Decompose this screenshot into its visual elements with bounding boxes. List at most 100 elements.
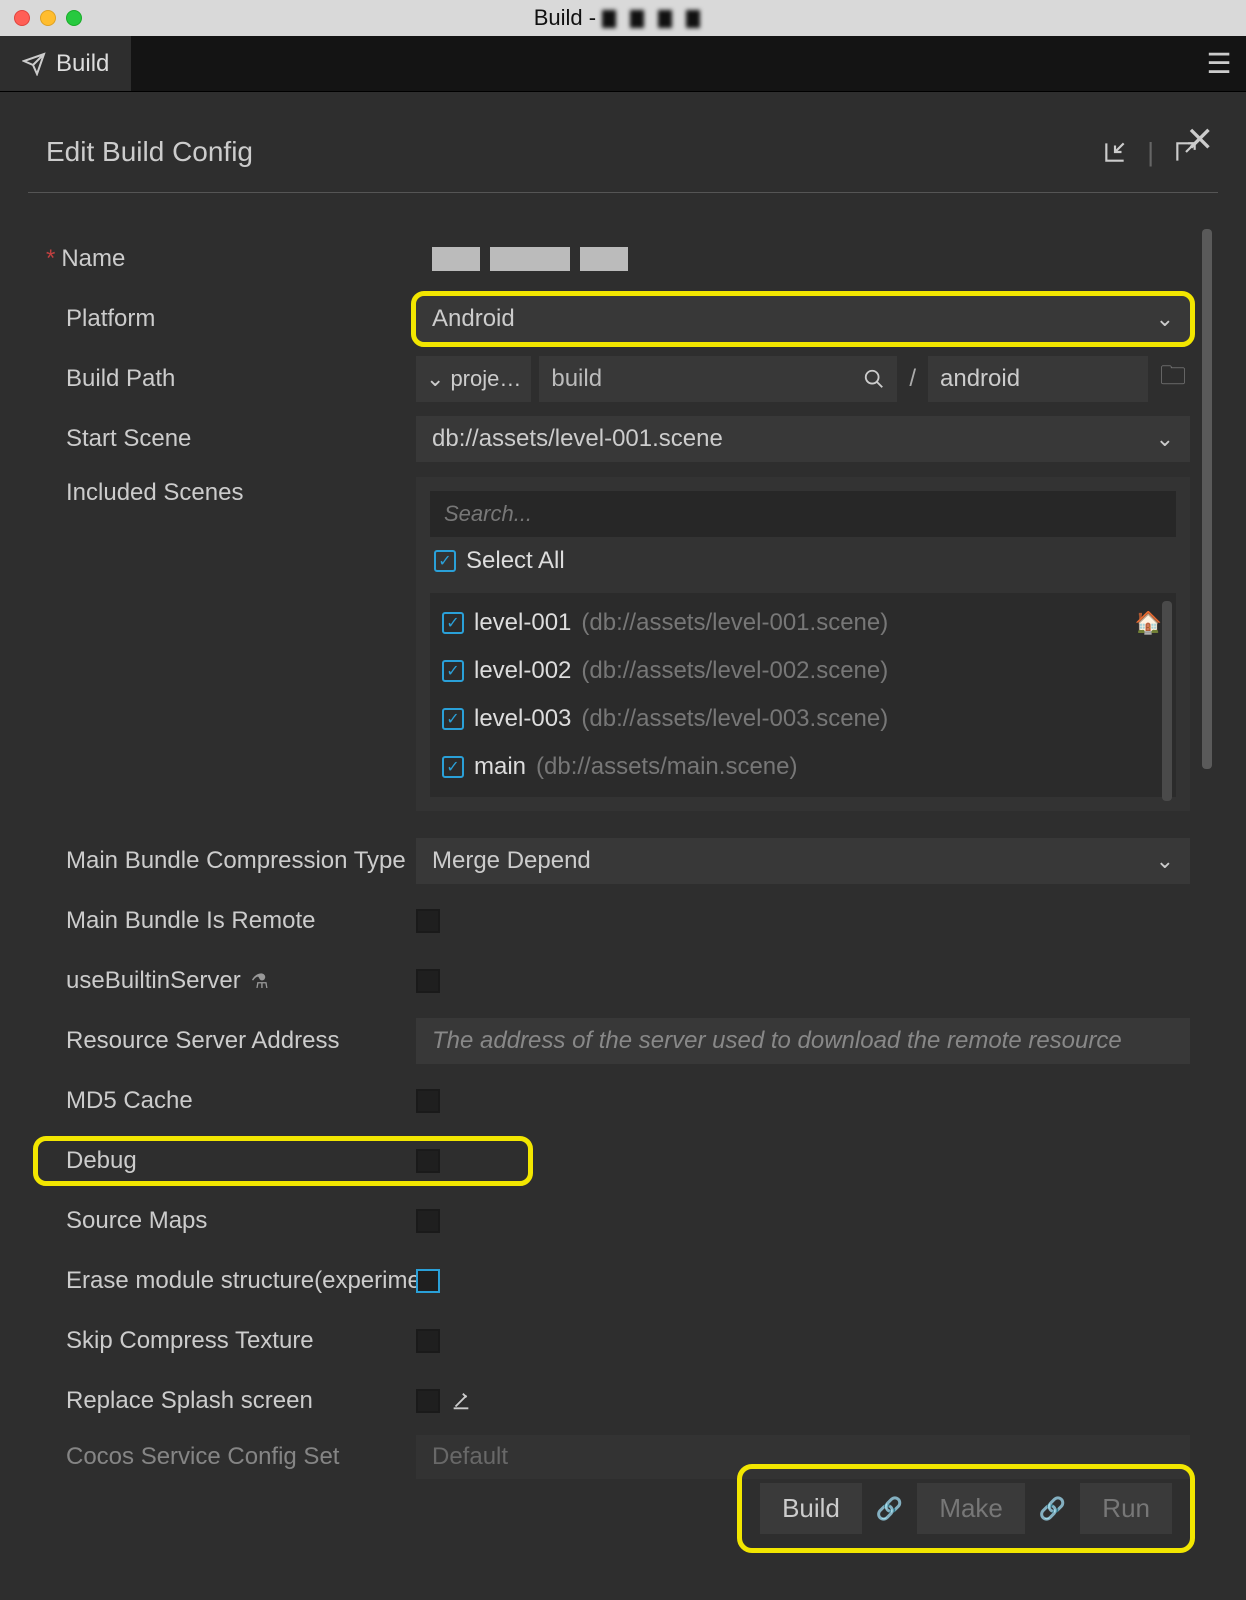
row-included-scenes: Included Scenes ✓ Select All ✓ level-0 (46, 469, 1190, 831)
menu-button[interactable]: ☰ (1192, 36, 1246, 91)
import-config-button[interactable] (1101, 138, 1129, 166)
resource-server-input[interactable] (416, 1018, 1190, 1064)
build-button[interactable]: Build (760, 1483, 862, 1534)
platform-label: Platform (66, 305, 155, 333)
scene-row[interactable]: ✓ level-001 (db://assets/level-001.scene… (438, 599, 1168, 647)
scene-name: level-001 (474, 609, 571, 637)
row-platform: Platform Android ⌄ (46, 289, 1190, 349)
compression-value: Merge Depend (432, 847, 591, 875)
build-config-panel: ✕ Edit Build Config | (28, 120, 1218, 1572)
open-folder-button[interactable]: 🗀 (1156, 357, 1190, 401)
scene-name: main (474, 753, 526, 781)
select-all-checkbox[interactable]: ✓ (434, 550, 456, 572)
traffic-lights (0, 10, 82, 26)
compression-select[interactable]: Merge Depend ⌄ (416, 838, 1190, 884)
use-builtin-checkbox[interactable] (416, 969, 440, 993)
tab-build-label: Build (56, 50, 109, 78)
row-name: *Name (46, 229, 1190, 289)
scene-name: level-003 (474, 705, 571, 733)
row-is-remote: Main Bundle Is Remote (46, 891, 1190, 951)
scene-checkbox[interactable]: ✓ (442, 612, 464, 634)
scene-row[interactable]: ✓ level-002 (db://assets/level-002.scene… (438, 647, 1168, 695)
is-remote-checkbox[interactable] (416, 909, 440, 933)
row-replace-splash: Replace Splash screen (46, 1371, 1190, 1431)
md5-label: MD5 Cache (66, 1087, 193, 1115)
source-maps-label: Source Maps (66, 1207, 207, 1235)
compression-label: Main Bundle Compression Type (66, 847, 406, 875)
edit-splash-button[interactable] (450, 1390, 472, 1412)
platform-value: Android (432, 305, 515, 333)
scene-checkbox[interactable]: ✓ (442, 660, 464, 682)
row-erase-module: Erase module structure(experime (46, 1251, 1190, 1311)
maximize-window-button[interactable] (66, 10, 82, 26)
start-scene-value: db://assets/level-001.scene (432, 425, 723, 453)
name-label: Name (61, 245, 125, 273)
divider: | (1147, 137, 1154, 168)
import-icon (1102, 139, 1128, 165)
scenes-search-input[interactable] (430, 491, 1176, 537)
platform-select[interactable]: Android ⌄ (416, 296, 1190, 342)
debug-label: Debug (66, 1147, 137, 1175)
paper-plane-icon (22, 52, 46, 76)
build-path-label: Build Path (66, 365, 175, 393)
service-config-label: Cocos Service Config Set (66, 1443, 339, 1471)
tab-build[interactable]: Build (0, 36, 131, 91)
chevron-down-icon: ⌄ (426, 366, 444, 392)
row-use-builtin: useBuiltinServer ⚗ (46, 951, 1190, 1011)
chevron-down-icon: ⌄ (1156, 848, 1174, 874)
run-button[interactable]: Run (1080, 1483, 1172, 1534)
row-resource-server: Resource Server Address (46, 1011, 1190, 1071)
footer-highlight: Build 🔗 Make 🔗 Run (742, 1469, 1190, 1548)
replace-splash-checkbox[interactable] (416, 1389, 440, 1413)
chevron-down-icon: ⌄ (1156, 306, 1174, 332)
header-strip: Build ☰ (0, 36, 1246, 92)
scene-name: level-002 (474, 657, 571, 685)
scene-checkbox[interactable]: ✓ (442, 756, 464, 778)
skip-compress-checkbox[interactable] (416, 1329, 440, 1353)
close-icon: ✕ (1186, 121, 1215, 159)
included-scenes-box: ✓ Select All ✓ level-001 (db://assets/le… (416, 477, 1190, 811)
scene-path: (db://assets/level-002.scene) (581, 657, 888, 685)
close-window-button[interactable] (14, 10, 30, 26)
window-title-redacted (602, 10, 712, 28)
panel-title: Edit Build Config (46, 136, 253, 168)
window-title: Build - (0, 5, 1246, 31)
row-start-scene: Start Scene db://assets/level-001.scene … (46, 409, 1190, 469)
service-config-value: Default (432, 1443, 508, 1471)
link-icon: 🔗 (1039, 1496, 1066, 1522)
macos-titlebar: Build - (0, 0, 1246, 36)
debug-checkbox[interactable] (416, 1149, 440, 1173)
make-button[interactable]: Make (917, 1483, 1025, 1534)
build-path-root-select[interactable]: ⌄ proje… (416, 356, 531, 402)
name-value-redacted (416, 247, 1190, 271)
scene-row[interactable]: ✓ level-003 (db://assets/level-003.scene… (438, 695, 1168, 743)
close-panel-button[interactable]: ✕ (1182, 116, 1219, 164)
path-separator: / (905, 365, 920, 393)
search-icon[interactable] (863, 368, 885, 390)
hamburger-icon: ☰ (1206, 47, 1231, 80)
panel-scrollbar[interactable] (1202, 229, 1212, 809)
build-path-output-input[interactable]: android (928, 356, 1148, 402)
row-build-path: Build Path ⌄ proje… build / android (46, 349, 1190, 409)
erase-module-checkbox[interactable] (416, 1269, 440, 1293)
build-path-input[interactable]: build (539, 356, 897, 402)
md5-checkbox[interactable] (416, 1089, 440, 1113)
beaker-icon: ⚗ (251, 969, 269, 994)
chevron-down-icon: ⌄ (1156, 426, 1174, 452)
row-compression: Main Bundle Compression Type Merge Depen… (46, 831, 1190, 891)
row-source-maps: Source Maps (46, 1191, 1190, 1251)
scene-row[interactable]: ✓ main (db://assets/main.scene) (438, 743, 1168, 791)
scene-path: (db://assets/level-003.scene) (581, 705, 888, 733)
replace-splash-label: Replace Splash screen (66, 1387, 313, 1415)
is-remote-label: Main Bundle Is Remote (66, 907, 315, 935)
row-md5: MD5 Cache (46, 1071, 1190, 1131)
start-scene-select[interactable]: db://assets/level-001.scene ⌄ (416, 416, 1190, 462)
scene-checkbox[interactable]: ✓ (442, 708, 464, 730)
minimize-window-button[interactable] (40, 10, 56, 26)
source-maps-checkbox[interactable] (416, 1209, 440, 1233)
start-scene-label: Start Scene (66, 425, 191, 453)
use-builtin-label: useBuiltinServer (66, 967, 241, 995)
scene-path: (db://assets/main.scene) (536, 753, 797, 781)
link-icon: 🔗 (876, 1496, 903, 1522)
required-asterisk: * (46, 245, 55, 273)
